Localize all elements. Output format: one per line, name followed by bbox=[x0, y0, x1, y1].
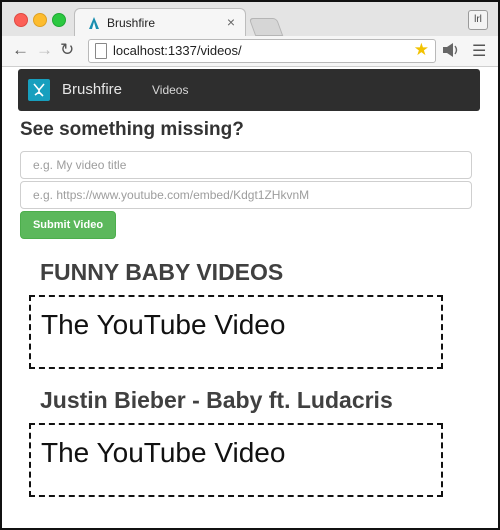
nav-link-videos[interactable]: Videos bbox=[152, 83, 188, 97]
video-title: Justin Bieber - Baby ft. Ludacris bbox=[40, 387, 393, 413]
window-maximize-button[interactable] bbox=[52, 13, 66, 27]
site-navbar: Brushfire Videos bbox=[18, 69, 480, 111]
browser-window: Brushfire × lrl ← → ↻ localhost:1337/vid… bbox=[0, 0, 500, 530]
new-tab-button[interactable] bbox=[248, 18, 284, 36]
forward-arrow-icon[interactable]: → bbox=[36, 41, 53, 59]
window-minimize-button[interactable] bbox=[33, 13, 47, 27]
brand-link[interactable]: Brushfire bbox=[62, 81, 122, 98]
profile-button[interactable]: lrl bbox=[468, 10, 488, 30]
address-bar[interactable]: localhost:1337/videos/ ★ bbox=[88, 39, 436, 63]
brushfire-favicon-icon bbox=[89, 17, 99, 29]
page-icon bbox=[95, 43, 107, 59]
bookmark-star-icon[interactable]: ★ bbox=[414, 40, 429, 60]
tab-bar: Brushfire × lrl bbox=[2, 2, 498, 37]
tab-close-icon[interactable]: × bbox=[227, 14, 235, 30]
video-placeholder-text: The YouTube Video bbox=[41, 309, 286, 340]
video-url-input[interactable] bbox=[20, 181, 472, 209]
brushfire-logo-icon[interactable] bbox=[28, 79, 50, 101]
video-embed-placeholder[interactable]: The YouTube Video bbox=[29, 295, 443, 369]
url-text: localhost:1337/videos/ bbox=[113, 43, 242, 58]
speaker-icon[interactable] bbox=[442, 43, 458, 57]
menu-icon[interactable]: ☰ bbox=[472, 41, 486, 61]
submit-video-button[interactable]: Submit Video bbox=[20, 211, 116, 239]
back-arrow-icon[interactable]: ← bbox=[12, 41, 29, 59]
video-embed-placeholder[interactable]: The YouTube Video bbox=[29, 423, 443, 497]
tab-title: Brushfire bbox=[107, 16, 156, 30]
browser-tab[interactable]: Brushfire × bbox=[74, 8, 246, 37]
video-title-input[interactable] bbox=[20, 151, 472, 179]
video-placeholder-text: The YouTube Video bbox=[41, 437, 286, 468]
page-content: Brushfire Videos See something missing? … bbox=[2, 67, 498, 528]
browser-toolbar: ← → ↻ localhost:1337/videos/ ★ ☰ bbox=[2, 36, 498, 67]
window-close-button[interactable] bbox=[14, 13, 28, 27]
video-title: FUNNY BABY VIDEOS bbox=[40, 259, 284, 285]
form-heading: See something missing? bbox=[20, 119, 244, 140]
reload-icon[interactable]: ↻ bbox=[60, 41, 74, 59]
